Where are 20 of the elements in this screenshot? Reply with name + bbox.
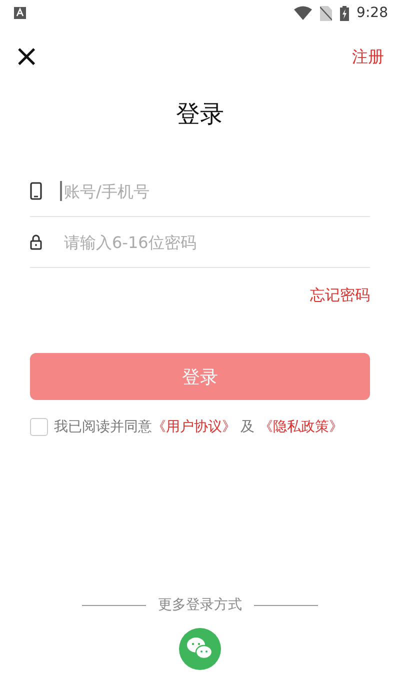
input-field[interactable]: 账号/手机号 (64, 182, 370, 200)
agreement-text: 我已阅读并同意《用户协议》 及 《隐私政策》 (54, 418, 343, 436)
input-field[interactable]: 请输入6-16位密码 (64, 232, 370, 252)
wechat-login-icon[interactable] (179, 628, 221, 670)
forgot-password-link[interactable]: 忘记密码 (310, 286, 370, 305)
privacy-policy-link[interactable]: 《隐私政策》 (258, 419, 343, 435)
agreement-checkbox[interactable] (30, 418, 48, 436)
login-button[interactable]: 登录 (30, 353, 370, 400)
keyboard-indicator-icon (14, 7, 26, 19)
register-link[interactable]: 注册 (352, 46, 384, 68)
lock-icon (30, 234, 42, 250)
battery-charging-icon (340, 6, 349, 20)
more-login-label: 更多登录方式 (158, 596, 242, 614)
wifi-icon (294, 6, 312, 20)
no-sim-icon (320, 6, 332, 20)
phone-icon (30, 182, 42, 200)
user-agreement-link[interactable]: 《用户协议》 (152, 419, 236, 435)
status-time: 9:28 (356, 5, 388, 21)
close-button[interactable]: × (14, 44, 40, 70)
page-title: 登录 (175, 99, 225, 130)
